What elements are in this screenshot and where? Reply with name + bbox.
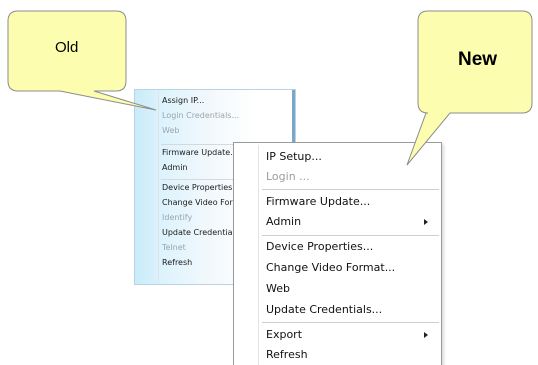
new-menu-icon-rail	[258, 145, 259, 365]
new-menu-item-device-properties[interactable]: Device Properties...	[266, 238, 373, 256]
old-callout-label: Old	[55, 39, 79, 56]
new-menu-item-refresh[interactable]: Refresh	[266, 346, 308, 364]
new-menu-item-update-credentials[interactable]: Update Credentials...	[266, 301, 382, 319]
submenu-arrow-icon	[424, 332, 428, 338]
new-menu-item-change-video-format[interactable]: Change Video Format...	[266, 259, 395, 277]
old-menu-item-assign-ip[interactable]: Assign IP...	[162, 95, 204, 107]
new-menu-separator	[262, 322, 439, 323]
old-menu-item-identify[interactable]: Identify	[162, 212, 192, 224]
old-menu-item-admin[interactable]: Admin	[162, 162, 188, 174]
old-menu-item-device-properties[interactable]: Device Properties...	[162, 182, 240, 194]
new-menu-item-admin[interactable]: Admin	[266, 213, 301, 231]
old-menu-item-firmware-update[interactable]: Firmware Update...	[162, 147, 238, 159]
submenu-arrow-icon	[424, 219, 428, 225]
comparison-canvas: Old New Assign IP... Login Credentials..…	[0, 0, 538, 365]
old-menu-item-telnet[interactable]: Telnet	[162, 242, 186, 254]
old-menu-item-login-credentials[interactable]: Login Credentials...	[162, 110, 239, 122]
new-context-menu: IP Setup... Login ... Firmware Update...…	[233, 142, 442, 365]
new-menu-item-login[interactable]: Login ...	[266, 168, 310, 186]
old-menu-icon-rail	[158, 92, 159, 282]
new-menu-item-ip-setup[interactable]: IP Setup...	[266, 148, 322, 166]
new-menu-item-firmware-update[interactable]: Firmware Update...	[266, 193, 370, 211]
old-menu-item-web[interactable]: Web	[162, 125, 179, 137]
new-menu-separator	[262, 235, 439, 236]
old-menu-item-refresh[interactable]: Refresh	[162, 257, 192, 269]
new-callout-label: New	[458, 49, 498, 70]
new-menu-item-web[interactable]: Web	[266, 280, 290, 298]
new-menu-item-export[interactable]: Export	[266, 326, 302, 344]
new-menu-separator	[262, 189, 439, 190]
